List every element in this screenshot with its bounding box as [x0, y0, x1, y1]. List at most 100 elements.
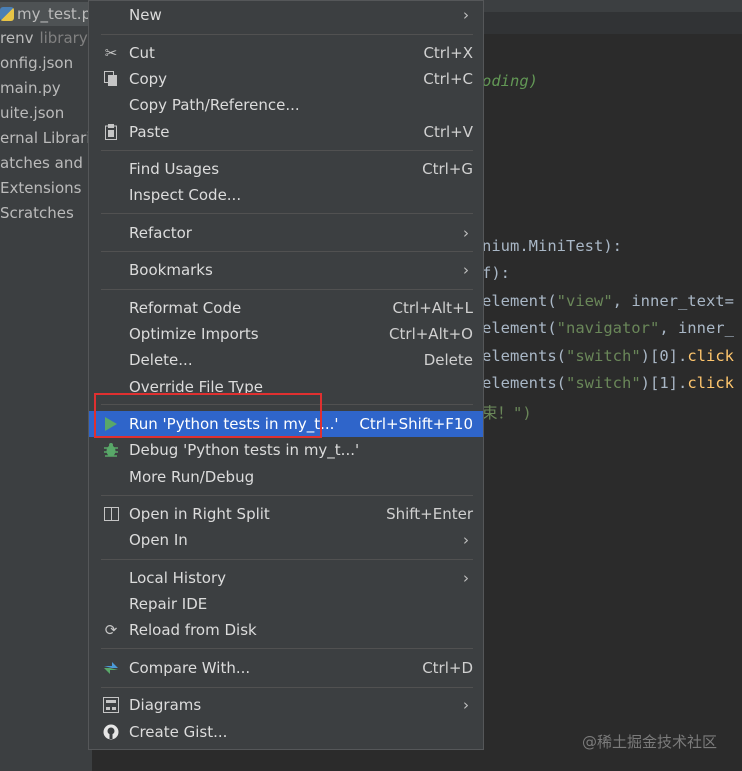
menu-item-label: Cut — [129, 44, 155, 62]
menu-item-shortcut: Shift+Enter — [386, 505, 473, 523]
menu-item-label: Bookmarks — [129, 261, 213, 279]
menu-separator — [101, 559, 473, 560]
menu-item-shortcut: Ctrl+C — [423, 70, 473, 88]
menu-item-debug[interactable]: Debug 'Python tests in my_t...' — [89, 437, 483, 463]
tree-item-dim-label: library r — [39, 29, 92, 47]
menu-item-open-right-split[interactable]: Open in Right Split Shift+Enter — [89, 501, 483, 527]
project-tab[interactable]: my_test.p — [0, 2, 92, 26]
code-text: elements( — [482, 347, 566, 365]
tree-item-external-libraries[interactable]: ernal Librarie — [0, 129, 92, 147]
menu-item-reload-from-disk[interactable]: ⟳ Reload from Disk — [89, 617, 483, 643]
menu-item-label: Refactor — [129, 224, 192, 242]
code-string: "switch" — [566, 347, 641, 365]
menu-separator — [101, 251, 473, 252]
menu-separator — [101, 289, 473, 290]
menu-item-label: New — [129, 6, 162, 24]
menu-item-label: Inspect Code... — [129, 186, 242, 204]
tree-item-label: Scratches — [0, 204, 74, 222]
menu-item-repair-ide[interactable]: Repair IDE — [89, 591, 483, 617]
menu-item-open-in[interactable]: Open In › — [89, 527, 483, 553]
tree-item-suite[interactable]: uite.json — [0, 104, 64, 122]
tree-item-label: Extensions — [0, 179, 82, 197]
tree-item-main[interactable]: main.py — [0, 79, 61, 97]
tree-item-scratches-consoles[interactable]: atches and C — [0, 154, 92, 172]
menu-item-label: Diagrams — [129, 696, 202, 714]
project-tree: my_test.p renv library r onfig.json main.… — [0, 0, 92, 771]
menu-item-copy[interactable]: Copy Ctrl+C — [89, 66, 483, 92]
bug-icon — [101, 440, 121, 460]
menu-item-refactor[interactable]: Refactor › — [89, 220, 483, 246]
menu-item-shortcut: Ctrl+V — [423, 123, 473, 141]
menu-item-paste[interactable]: Paste Ctrl+V — [89, 119, 483, 145]
reload-icon: ⟳ — [104, 621, 118, 639]
menu-separator — [101, 495, 473, 496]
watermark: @稀土掘金技术社区 — [582, 733, 718, 751]
code-function: click — [687, 374, 734, 392]
menu-item-label: Optimize Imports — [129, 325, 259, 343]
code-string: 束！") — [482, 404, 532, 422]
code-line: nium.MiniTest): — [482, 237, 622, 255]
menu-item-shortcut: Ctrl+X — [423, 44, 473, 62]
python-file-icon — [0, 7, 14, 21]
menu-item-copy-path[interactable]: Copy Path/Reference... — [89, 92, 483, 118]
code-line: elements("switch")[0].click — [482, 347, 734, 365]
chevron-right-icon: › — [463, 569, 469, 587]
menu-item-compare-with[interactable]: Compare With... Ctrl+D — [89, 655, 483, 681]
menu-item-inspect-code[interactable]: Inspect Code... — [89, 182, 483, 208]
menu-separator — [101, 648, 473, 649]
project-tab-label: my_test.p — [17, 5, 92, 23]
menu-item-shortcut: Ctrl+G — [422, 160, 473, 178]
menu-item-local-history[interactable]: Local History › — [89, 565, 483, 591]
code-text: element( — [482, 292, 557, 310]
menu-item-label: Repair IDE — [129, 595, 208, 613]
diagram-icon — [101, 695, 121, 715]
menu-item-label: More Run/Debug — [129, 468, 255, 486]
code-function: click — [687, 347, 734, 365]
menu-item-label: Reformat Code — [129, 299, 242, 317]
menu-item-shortcut: Ctrl+Alt+L — [392, 299, 474, 317]
tree-item-label: ernal Librarie — [0, 129, 92, 147]
code-text: , inner_ — [659, 319, 734, 337]
chevron-right-icon: › — [463, 696, 469, 714]
tree-item-label: renv — [0, 29, 34, 47]
menu-item-more-run-debug[interactable]: More Run/Debug — [89, 464, 483, 490]
menu-item-label: Compare With... — [129, 659, 251, 677]
menu-item-label: Copy Path/Reference... — [129, 96, 300, 114]
menu-item-label: Open In — [129, 531, 188, 549]
menu-item-bookmarks[interactable]: Bookmarks › — [89, 257, 483, 283]
menu-item-find-usages[interactable]: Find Usages Ctrl+G — [89, 156, 483, 182]
compare-icon — [101, 658, 121, 678]
menu-item-new[interactable]: New › — [89, 2, 483, 28]
code-text: )[1]. — [640, 374, 688, 392]
menu-item-label: Open in Right Split — [129, 505, 270, 523]
paste-icon — [101, 122, 121, 142]
menu-item-diagrams[interactable]: Diagrams › — [89, 692, 483, 718]
menu-item-create-gist[interactable]: Create Gist... — [89, 719, 483, 745]
code-line: element("navigator", inner_ — [482, 319, 734, 337]
tree-item-venv[interactable]: renv library r — [0, 29, 92, 47]
code-line: oding) — [482, 72, 538, 90]
tree-item-config[interactable]: onfig.json — [0, 54, 73, 72]
highlight-box — [94, 393, 322, 438]
code-string: "view" — [556, 292, 613, 310]
code-text: f): — [482, 264, 510, 282]
tree-item-label: uite.json — [0, 104, 65, 122]
menu-item-shortcut: Ctrl+Alt+O — [389, 325, 473, 343]
menu-item-reformat-code[interactable]: Reformat Code Ctrl+Alt+L — [89, 295, 483, 321]
menu-item-delete[interactable]: Delete... Delete — [89, 347, 483, 373]
tree-item-label: main.py — [0, 79, 61, 97]
code-text: elements( — [482, 374, 566, 392]
menu-item-shortcut: Ctrl+D — [422, 659, 473, 677]
code-text: , inner_text= — [612, 292, 734, 310]
code-text: oding) — [482, 72, 538, 90]
tree-item-extensions[interactable]: Extensions — [0, 179, 81, 197]
code-string: "switch" — [566, 374, 641, 392]
context-menu: New › ✂ Cut Ctrl+X Copy Ctrl+C Copy Path… — [88, 0, 484, 750]
code-text: element( — [482, 319, 557, 337]
menu-separator — [101, 687, 473, 688]
menu-item-optimize-imports[interactable]: Optimize Imports Ctrl+Alt+O — [89, 321, 483, 347]
tree-item-scratches[interactable]: Scratches — [0, 204, 74, 222]
menu-item-cut[interactable]: ✂ Cut Ctrl+X — [89, 40, 483, 66]
menu-item-label: Find Usages — [129, 160, 220, 178]
code-line: 束！") — [482, 401, 532, 423]
